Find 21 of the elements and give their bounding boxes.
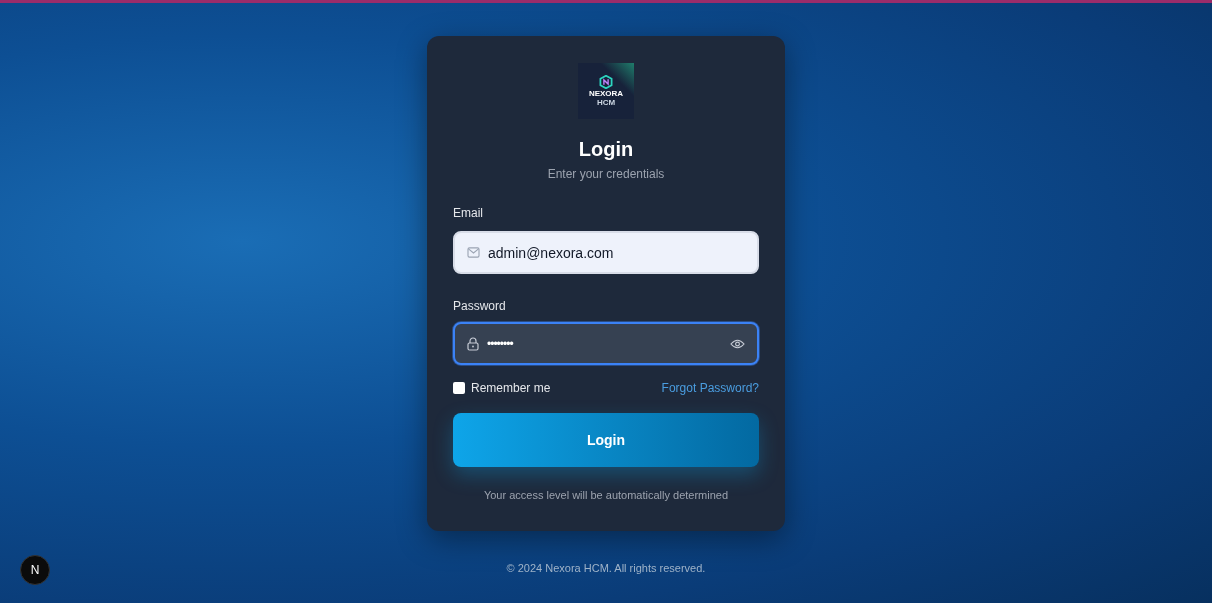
email-value: admin@nexora.com — [488, 244, 615, 261]
eye-icon[interactable] — [730, 338, 745, 349]
email-field[interactable]: admin@nexora.com — [453, 231, 759, 274]
logo-name: NEXORA — [588, 90, 624, 98]
email-label: Email — [453, 206, 484, 220]
password-field[interactable]: •••••••• — [453, 322, 759, 365]
access-note: Your access level will be automatically determined — [482, 489, 730, 501]
lock-icon — [467, 336, 479, 351]
envelope-icon — [467, 247, 480, 258]
remember-label: Remember me — [471, 381, 551, 395]
logo-subtitle: HCM — [596, 99, 616, 107]
forgot-password-link[interactable]: Forgot Password? — [661, 381, 759, 395]
hexagon-logo-icon — [599, 75, 613, 89]
login-title: Login — [577, 138, 635, 161]
password-value: •••••••• — [487, 336, 515, 351]
copyright-text: © 2024 Nexora HCM. All rights reserved. — [506, 562, 706, 574]
dev-badge[interactable]: N — [20, 555, 50, 585]
remember-checkbox[interactable] — [453, 382, 465, 394]
login-subtitle: Enter your credentials — [546, 167, 666, 181]
login-button[interactable]: Login — [453, 413, 759, 467]
password-label: Password — [453, 299, 507, 313]
